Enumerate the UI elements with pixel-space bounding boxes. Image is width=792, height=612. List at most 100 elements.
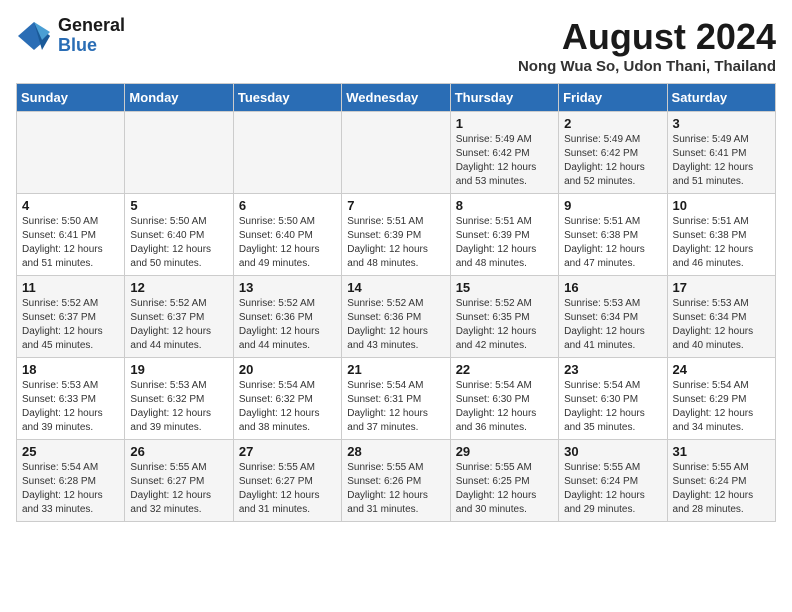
day-number: 31	[673, 444, 770, 459]
calendar-cell	[233, 112, 341, 194]
calendar-cell: 20 Sunrise: 5:54 AMSunset: 6:32 PMDayligh…	[233, 358, 341, 440]
week-row-3: 11 Sunrise: 5:52 AMSunset: 6:37 PMDayligh…	[17, 276, 776, 358]
calendar-cell: 24Sunrise: 5:54 AMSunset: 6:29 PMDayligh…	[667, 358, 775, 440]
calendar-cell: 17 Sunrise: 5:53 AMSunset: 6:34 PMDayligh…	[667, 276, 775, 358]
day-number: 3	[673, 116, 770, 131]
day-info: Sunrise: 5:50 AMSunset: 6:41 PMDaylight:…	[22, 215, 119, 271]
day-number: 8	[456, 198, 553, 213]
day-info: Sunrise: 5:51 AMSunset: 6:39 PMDaylight:…	[456, 215, 553, 271]
day-info: Sunrise: 5:53 AMSunset: 6:33 PMDaylight:…	[22, 379, 119, 435]
calendar-cell: 19 Sunrise: 5:53 AMSunset: 6:32 PMDayligh…	[125, 358, 233, 440]
day-number: 18	[22, 362, 119, 377]
calendar-cell: 29 Sunrise: 5:55 AMSunset: 6:25 PMDayligh…	[450, 440, 558, 522]
day-number: 10	[673, 198, 770, 213]
calendar-cell: 25Sunrise: 5:54 AMSunset: 6:28 PMDayligh…	[17, 440, 125, 522]
calendar-cell: 21 Sunrise: 5:54 AMSunset: 6:31 PMDayligh…	[342, 358, 450, 440]
day-info: Sunrise: 5:55 AMSunset: 6:24 PMDaylight:…	[673, 461, 770, 517]
day-info: Sunrise: 5:53 AMSunset: 6:34 PMDaylight:…	[564, 297, 661, 353]
day-number: 17	[673, 280, 770, 295]
day-info: Sunrise: 5:55 AMSunset: 6:26 PMDaylight:…	[347, 461, 444, 517]
day-info: Sunrise: 5:50 AMSunset: 6:40 PMDaylight:…	[239, 215, 336, 271]
calendar-cell: 12 Sunrise: 5:52 AMSunset: 6:37 PMDayligh…	[125, 276, 233, 358]
day-number: 13	[239, 280, 336, 295]
logo: General Blue	[16, 16, 125, 56]
day-number: 5	[130, 198, 227, 213]
day-number: 19	[130, 362, 227, 377]
calendar-cell: 9 Sunrise: 5:51 AMSunset: 6:38 PMDaylight…	[559, 194, 667, 276]
calendar-cell: 1 Sunrise: 5:49 AMSunset: 6:42 PMDaylight…	[450, 112, 558, 194]
day-info: Sunrise: 5:53 AMSunset: 6:32 PMDaylight:…	[130, 379, 227, 435]
day-number: 30	[564, 444, 661, 459]
day-number: 29	[456, 444, 553, 459]
day-number: 12	[130, 280, 227, 295]
day-number: 11	[22, 280, 119, 295]
day-info: Sunrise: 5:52 AMSunset: 6:37 PMDaylight:…	[22, 297, 119, 353]
day-number: 20	[239, 362, 336, 377]
day-info: Sunrise: 5:55 AMSunset: 6:27 PMDaylight:…	[130, 461, 227, 517]
weekday-header-row: SundayMondayTuesdayWednesdayThursdayFrid…	[17, 84, 776, 112]
day-number: 14	[347, 280, 444, 295]
weekday-header-tuesday: Tuesday	[233, 84, 341, 112]
calendar-cell: 5 Sunrise: 5:50 AMSunset: 6:40 PMDaylight…	[125, 194, 233, 276]
calendar-table: SundayMondayTuesdayWednesdayThursdayFrid…	[16, 83, 776, 522]
calendar-cell: 16 Sunrise: 5:53 AMSunset: 6:34 PMDayligh…	[559, 276, 667, 358]
day-number: 26	[130, 444, 227, 459]
weekday-header-monday: Monday	[125, 84, 233, 112]
calendar-cell	[17, 112, 125, 194]
day-number: 1	[456, 116, 553, 131]
calendar-cell: 27Sunrise: 5:55 AMSunset: 6:27 PMDayligh…	[233, 440, 341, 522]
day-info: Sunrise: 5:54 AMSunset: 6:30 PMDaylight:…	[456, 379, 553, 435]
calendar-cell: 23Sunrise: 5:54 AMSunset: 6:30 PMDayligh…	[559, 358, 667, 440]
day-info: Sunrise: 5:52 AMSunset: 6:36 PMDaylight:…	[239, 297, 336, 353]
calendar-cell: 18 Sunrise: 5:53 AMSunset: 6:33 PMDayligh…	[17, 358, 125, 440]
calendar-cell: 4 Sunrise: 5:50 AMSunset: 6:41 PMDaylight…	[17, 194, 125, 276]
calendar-cell: 8 Sunrise: 5:51 AMSunset: 6:39 PMDaylight…	[450, 194, 558, 276]
day-info: Sunrise: 5:52 AMSunset: 6:37 PMDaylight:…	[130, 297, 227, 353]
day-info: Sunrise: 5:49 AMSunset: 6:42 PMDaylight:…	[564, 133, 661, 189]
day-info: Sunrise: 5:55 AMSunset: 6:27 PMDaylight:…	[239, 461, 336, 517]
day-number: 23	[564, 362, 661, 377]
calendar-cell	[342, 112, 450, 194]
day-info: Sunrise: 5:51 AMSunset: 6:38 PMDaylight:…	[564, 215, 661, 271]
calendar-cell	[125, 112, 233, 194]
day-info: Sunrise: 5:54 AMSunset: 6:31 PMDaylight:…	[347, 379, 444, 435]
day-info: Sunrise: 5:52 AMSunset: 6:36 PMDaylight:…	[347, 297, 444, 353]
calendar-cell: 15Sunrise: 5:52 AMSunset: 6:35 PMDayligh…	[450, 276, 558, 358]
main-title: August 2024	[518, 16, 776, 58]
logo-text: General Blue	[58, 16, 125, 56]
title-block: August 2024 Nong Wua So, Udon Thani, Tha…	[518, 16, 776, 75]
day-number: 2	[564, 116, 661, 131]
day-number: 4	[22, 198, 119, 213]
calendar-cell: 13 Sunrise: 5:52 AMSunset: 6:36 PMDayligh…	[233, 276, 341, 358]
calendar-cell: 30Sunrise: 5:55 AMSunset: 6:24 PMDayligh…	[559, 440, 667, 522]
day-info: Sunrise: 5:50 AMSunset: 6:40 PMDaylight:…	[130, 215, 227, 271]
calendar-cell: 26 Sunrise: 5:55 AMSunset: 6:27 PMDayligh…	[125, 440, 233, 522]
weekday-header-saturday: Saturday	[667, 84, 775, 112]
day-number: 24	[673, 362, 770, 377]
calendar-cell: 7 Sunrise: 5:51 AMSunset: 6:39 PMDaylight…	[342, 194, 450, 276]
day-info: Sunrise: 5:51 AMSunset: 6:38 PMDaylight:…	[673, 215, 770, 271]
weekday-header-thursday: Thursday	[450, 84, 558, 112]
day-info: Sunrise: 5:49 AMSunset: 6:41 PMDaylight:…	[673, 133, 770, 189]
logo-icon	[16, 18, 52, 54]
day-info: Sunrise: 5:51 AMSunset: 6:39 PMDaylight:…	[347, 215, 444, 271]
day-info: Sunrise: 5:49 AMSunset: 6:42 PMDaylight:…	[456, 133, 553, 189]
day-info: Sunrise: 5:53 AMSunset: 6:34 PMDaylight:…	[673, 297, 770, 353]
weekday-header-wednesday: Wednesday	[342, 84, 450, 112]
page-header: General Blue August 2024 Nong Wua So, Ud…	[16, 16, 776, 75]
week-row-5: 25Sunrise: 5:54 AMSunset: 6:28 PMDayligh…	[17, 440, 776, 522]
week-row-1: 1 Sunrise: 5:49 AMSunset: 6:42 PMDaylight…	[17, 112, 776, 194]
day-number: 16	[564, 280, 661, 295]
day-number: 22	[456, 362, 553, 377]
calendar-cell: 11 Sunrise: 5:52 AMSunset: 6:37 PMDayligh…	[17, 276, 125, 358]
day-info: Sunrise: 5:55 AMSunset: 6:25 PMDaylight:…	[456, 461, 553, 517]
day-info: Sunrise: 5:54 AMSunset: 6:32 PMDaylight:…	[239, 379, 336, 435]
day-number: 7	[347, 198, 444, 213]
day-number: 28	[347, 444, 444, 459]
day-info: Sunrise: 5:52 AMSunset: 6:35 PMDaylight:…	[456, 297, 553, 353]
day-number: 9	[564, 198, 661, 213]
weekday-header-sunday: Sunday	[17, 84, 125, 112]
calendar-cell: 28 Sunrise: 5:55 AMSunset: 6:26 PMDayligh…	[342, 440, 450, 522]
calendar-cell: 31 Sunrise: 5:55 AMSunset: 6:24 PMDayligh…	[667, 440, 775, 522]
day-number: 21	[347, 362, 444, 377]
